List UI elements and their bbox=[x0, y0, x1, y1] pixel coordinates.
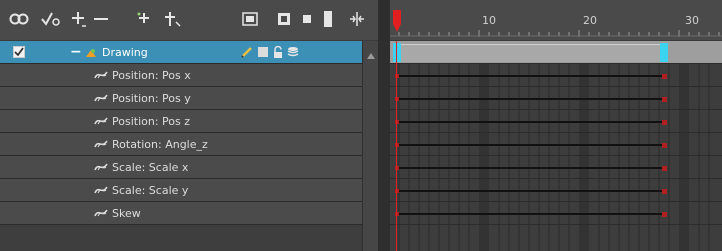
timeline-tracks[interactable] bbox=[390, 41, 722, 251]
function-row-scale-x[interactable]: Scale: Scale x bbox=[0, 156, 362, 179]
function-curve bbox=[398, 213, 666, 215]
toggle-small-square-icon[interactable] bbox=[300, 10, 314, 28]
scroll-up-icon[interactable] bbox=[367, 49, 375, 59]
function-curve bbox=[398, 121, 666, 123]
database-icon[interactable] bbox=[287, 46, 299, 58]
track-pos-y[interactable] bbox=[390, 87, 722, 110]
frame-label-20: 20 bbox=[583, 14, 597, 27]
layer-name[interactable]: Drawing bbox=[102, 41, 148, 64]
onion-skin-icon[interactable] bbox=[6, 10, 32, 28]
function-label: Rotation: Angle_z bbox=[112, 138, 208, 151]
function-row-scale-y[interactable]: Scale: Scale y bbox=[0, 179, 362, 202]
function-curve-icon bbox=[94, 209, 108, 217]
layer-row-drawing[interactable]: − Drawing bbox=[0, 41, 362, 64]
track-angle-z[interactable] bbox=[390, 133, 722, 156]
fit-icon[interactable] bbox=[346, 10, 368, 28]
pencil-icon[interactable] bbox=[241, 46, 253, 58]
function-curve-icon bbox=[94, 117, 108, 125]
keyframe-end[interactable] bbox=[662, 212, 667, 217]
add-peg-icon[interactable] bbox=[160, 10, 184, 28]
playhead-line bbox=[396, 41, 397, 251]
function-curve bbox=[398, 75, 666, 77]
function-row-pos-z[interactable]: Position: Pos z bbox=[0, 110, 362, 133]
function-row-angle-z[interactable]: Rotation: Angle_z bbox=[0, 133, 362, 156]
ruler-ticks bbox=[390, 30, 722, 37]
collapse-icon[interactable]: − bbox=[70, 41, 82, 64]
keyframe-end[interactable] bbox=[662, 120, 667, 125]
function-curve bbox=[398, 144, 666, 146]
frame-label-10: 10 bbox=[482, 14, 496, 27]
function-row-pos-x[interactable]: Position: Pos x bbox=[0, 64, 362, 87]
selection-end-marker[interactable] bbox=[660, 43, 668, 62]
layer-scrollbar[interactable] bbox=[362, 41, 379, 251]
function-row-pos-y[interactable]: Position: Pos y bbox=[0, 87, 362, 110]
enable-checkbox[interactable] bbox=[13, 46, 25, 58]
function-label: Scale: Scale y bbox=[112, 184, 189, 197]
function-curve-icon bbox=[94, 186, 108, 194]
keyframe-end[interactable] bbox=[662, 189, 667, 194]
delete-layer-icon[interactable] bbox=[90, 10, 112, 28]
function-curve bbox=[398, 190, 666, 192]
track-scale-x[interactable] bbox=[390, 156, 722, 179]
keyframe-end[interactable] bbox=[662, 97, 667, 102]
selection-start-marker[interactable] bbox=[393, 43, 401, 62]
keyframe-end[interactable] bbox=[662, 74, 667, 79]
add-effect-icon[interactable] bbox=[132, 10, 156, 28]
track-pos-z[interactable] bbox=[390, 110, 722, 133]
function-curve bbox=[398, 167, 666, 169]
keyframe-end[interactable] bbox=[662, 166, 667, 171]
frame-label-30: 30 bbox=[685, 14, 699, 27]
toggle-square-icon[interactable] bbox=[276, 10, 292, 28]
track-scale-y[interactable] bbox=[390, 179, 722, 202]
color-swatch-icon[interactable] bbox=[258, 47, 268, 57]
track-drawing[interactable] bbox=[390, 41, 722, 64]
function-label: Scale: Scale x bbox=[112, 161, 189, 174]
function-curve-icon bbox=[94, 140, 108, 148]
drawing-layer-icon bbox=[84, 47, 98, 59]
show-function-icon[interactable] bbox=[38, 10, 64, 28]
keyframe-end[interactable] bbox=[662, 143, 667, 148]
function-label: Position: Pos z bbox=[112, 115, 191, 128]
exposure-bar[interactable] bbox=[396, 44, 666, 62]
layer-panel: − Drawing Position: Pos x Position: Pos … bbox=[0, 41, 362, 251]
lock-icon[interactable] bbox=[273, 45, 283, 58]
function-curve-icon bbox=[94, 94, 108, 102]
function-label: Position: Pos x bbox=[112, 69, 191, 82]
panel-splitter[interactable] bbox=[378, 0, 390, 251]
function-curve bbox=[398, 98, 666, 100]
track-pos-x[interactable] bbox=[390, 64, 722, 87]
function-curve-icon bbox=[94, 163, 108, 171]
timeline-ruler[interactable]: 10 20 30 bbox=[390, 0, 722, 40]
function-row-skew[interactable]: Skew bbox=[0, 202, 362, 225]
function-curve-icon bbox=[94, 71, 108, 79]
toggle-bar-icon[interactable] bbox=[321, 10, 335, 28]
layer-toolbar bbox=[0, 0, 378, 40]
track-skew[interactable] bbox=[390, 202, 722, 225]
add-layer-icon[interactable] bbox=[68, 10, 90, 28]
function-label: Skew bbox=[112, 207, 141, 220]
layer-view-icon[interactable] bbox=[238, 10, 262, 28]
playhead-handle[interactable] bbox=[393, 10, 401, 32]
function-label: Position: Pos y bbox=[112, 92, 191, 105]
